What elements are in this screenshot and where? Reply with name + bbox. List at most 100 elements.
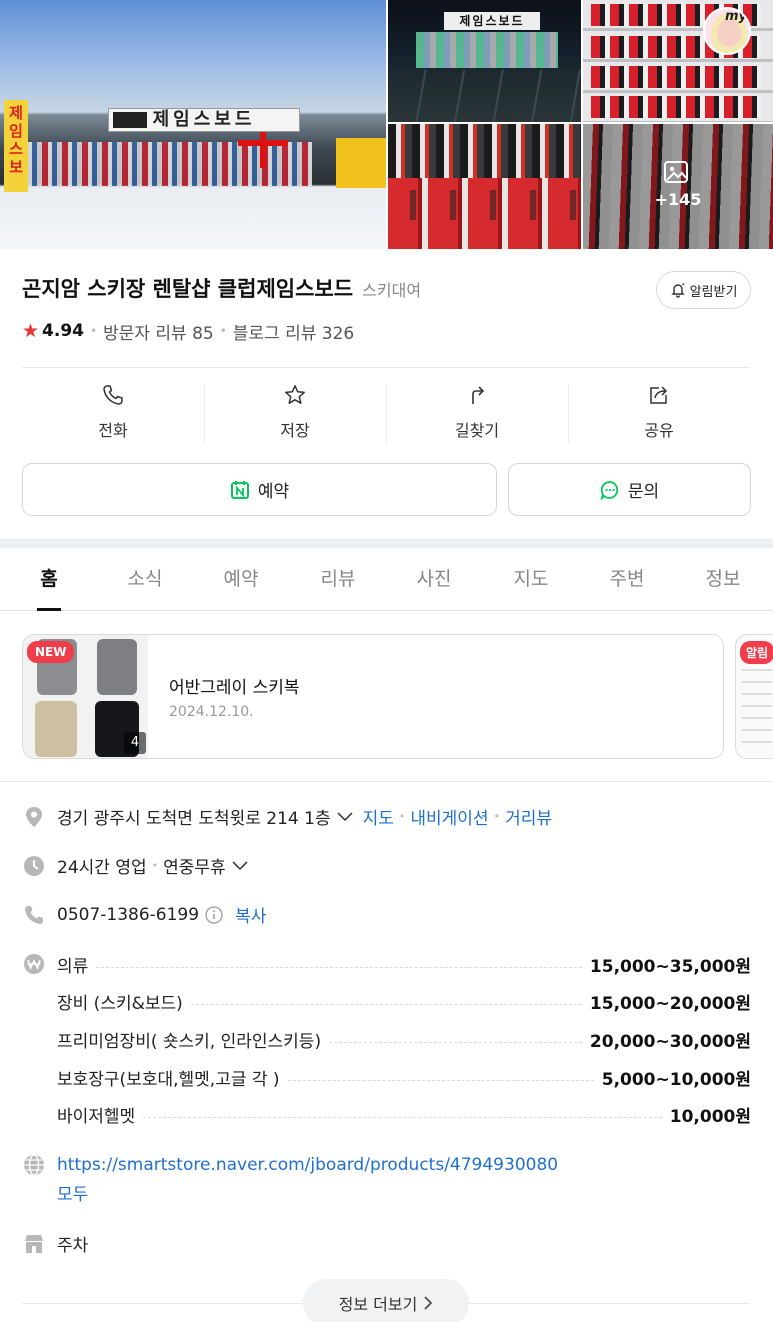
share-icon (650, 386, 668, 404)
parking-row: 주차 (22, 1231, 88, 1256)
vertical-sign: 제임스보 (4, 100, 28, 192)
main-photo[interactable]: 제임스보드 제임스보 (0, 0, 386, 249)
navigation-link[interactable]: 내비게이션 (410, 804, 488, 829)
blog-review-link[interactable]: 블로그 리뷰 326 (233, 319, 354, 344)
reserve-label: 예약 (257, 482, 290, 502)
clock-icon (22, 854, 46, 878)
divider (0, 781, 773, 782)
copy-button[interactable]: 복사 (235, 902, 266, 927)
price-row: 보호장구(보호대,헬멧,고글 각 ) 5,000~10,000원 (57, 1064, 751, 1090)
tab-nearby[interactable]: 주변 (606, 548, 648, 610)
photo-count: 4 (124, 732, 146, 754)
tab-map[interactable]: 지도 (510, 548, 552, 610)
news-card[interactable]: NEW 4 어반그레이 스키복 2024.12.10. (22, 634, 724, 759)
directions-button[interactable]: 길찾기 (386, 368, 568, 456)
location-pin-icon (22, 805, 46, 829)
photo-gallery[interactable]: 제임스보드 제임스보 제임스보드 +145 my (0, 0, 773, 249)
tab-photo[interactable]: 사진 (413, 548, 455, 610)
alert-subscribe-button[interactable]: 알림받기 (656, 271, 751, 309)
parking-store-icon (22, 1232, 46, 1256)
more-info-button[interactable]: 정보 더보기 (303, 1279, 469, 1322)
tab-bar: 홈 소식 예약 리뷰 사진 지도 주변 정보 (0, 548, 773, 611)
phone-icon (103, 385, 123, 405)
price-name: 바이저헬멧 (57, 1106, 136, 1127)
ski-row (388, 178, 581, 249)
my-avatar[interactable]: my (703, 7, 751, 55)
section-gap (0, 539, 773, 548)
notice-preview (742, 669, 772, 749)
tab-home[interactable]: 홈 (37, 548, 61, 611)
bell-icon (670, 283, 685, 298)
reserve-button[interactable]: 예약 (22, 463, 497, 516)
dotted-leader (96, 966, 582, 968)
action-bar: 전화 저장 길찾기 공유 (22, 368, 750, 456)
inquiry-button[interactable]: 문의 (508, 463, 751, 516)
more-photos[interactable]: +145 (583, 124, 773, 249)
naver-calendar-icon (230, 480, 249, 499)
image-icon (664, 161, 688, 183)
news-thumbnail: NEW 4 (23, 635, 148, 758)
price-row: 장비 (스키&보드) 15,000~20,000원 (57, 988, 751, 1014)
price-row: 프리미엄장비( 숏스키, 인라인스키등) 20,000~30,000원 (57, 1026, 751, 1052)
directions-icon (472, 386, 485, 404)
info-circle-icon[interactable] (205, 905, 223, 924)
rating-score: 4.94 (42, 321, 84, 341)
night-photo[interactable]: 제임스보드 (388, 0, 581, 122)
new-badge: NEW (27, 641, 75, 663)
phone-icon (22, 903, 46, 927)
map-link[interactable]: 지도 (363, 804, 394, 829)
website-url-tail[interactable]: 모두 (57, 1180, 617, 1210)
red-sign-decoration (260, 128, 266, 168)
boot-row (591, 66, 761, 88)
price-value: 20,000~30,000원 (589, 1031, 751, 1052)
price-value: 15,000~35,000원 (589, 956, 751, 977)
tab-info[interactable]: 정보 (702, 548, 744, 610)
shop-sign: 제임스보드 (444, 12, 540, 30)
website-url[interactable]: https://smartstore.naver.com/jboard/prod… (57, 1150, 617, 1180)
dotted-leader (143, 1116, 662, 1118)
price-name: 프리미엄장비( 숏스키, 인라인스키등) (57, 1031, 322, 1052)
clothing-image (35, 701, 77, 757)
hours-note: 연중무휴 (163, 858, 226, 878)
street-view-link[interactable]: 거리뷰 (505, 804, 552, 829)
chevron-down-icon[interactable] (337, 811, 353, 822)
news-title: 어반그레이 스키복 (169, 678, 300, 698)
price-name: 의류 (57, 956, 89, 977)
price-value: 15,000~20,000원 (589, 993, 751, 1014)
won-coin-icon (24, 954, 44, 974)
alert-label: 알림받기 (689, 284, 738, 300)
place-title-row: 곤지암 스키장 렌탈샵 클럽제임스보드 스키대여 (22, 273, 652, 305)
globe-icon (24, 1154, 44, 1176)
skis-photo[interactable] (388, 124, 581, 249)
yellow-wall-decoration (336, 138, 386, 188)
price-value: 5,000~10,000원 (601, 1069, 751, 1090)
price-name: 장비 (스키&보드) (57, 993, 183, 1014)
tab-reserve[interactable]: 예약 (220, 548, 262, 610)
chevron-right-icon (424, 1296, 433, 1310)
parking-lines-decoration (388, 70, 581, 122)
more-photo-count: +145 (654, 190, 702, 209)
star-icon (285, 385, 305, 404)
call-button[interactable]: 전화 (22, 368, 204, 456)
next-news-card[interactable]: 알림 (735, 634, 773, 759)
phone-number: 0507-1386-6199 (57, 904, 200, 925)
address-row: 경기 광주시 도척면 도척윗로 214 1층 지도 • 내비게이션 • 거리뷰 (22, 804, 552, 829)
inquiry-label: 문의 (627, 482, 660, 502)
notice-badge: 알림 (740, 641, 773, 664)
visitor-review-link[interactable]: 방문자 리뷰 85 (103, 319, 214, 344)
save-button[interactable]: 저장 (204, 368, 386, 456)
price-row: 의류 15,000~35,000원 (57, 951, 751, 977)
price-name: 보호장구(보호대,헬멧,고글 각 ) (57, 1069, 280, 1090)
action-label: 저장 (280, 421, 310, 440)
tab-review[interactable]: 리뷰 (317, 548, 359, 610)
rating-row: ★ 4.94 • 방문자 리뷰 85 • 블로그 리뷰 326 (22, 318, 354, 344)
tab-news[interactable]: 소식 (124, 548, 166, 610)
chevron-down-icon[interactable] (232, 860, 248, 871)
share-button[interactable]: 공유 (568, 368, 750, 456)
price-value: 10,000원 (669, 1106, 751, 1127)
price-row: 바이저헬멧 10,000원 (57, 1101, 751, 1127)
separator-dot: • (493, 810, 501, 823)
more-info-label: 정보 더보기 (338, 1295, 418, 1314)
my-tag: my (724, 9, 747, 24)
website-link[interactable]: https://smartstore.naver.com/jboard/prod… (57, 1150, 617, 1210)
